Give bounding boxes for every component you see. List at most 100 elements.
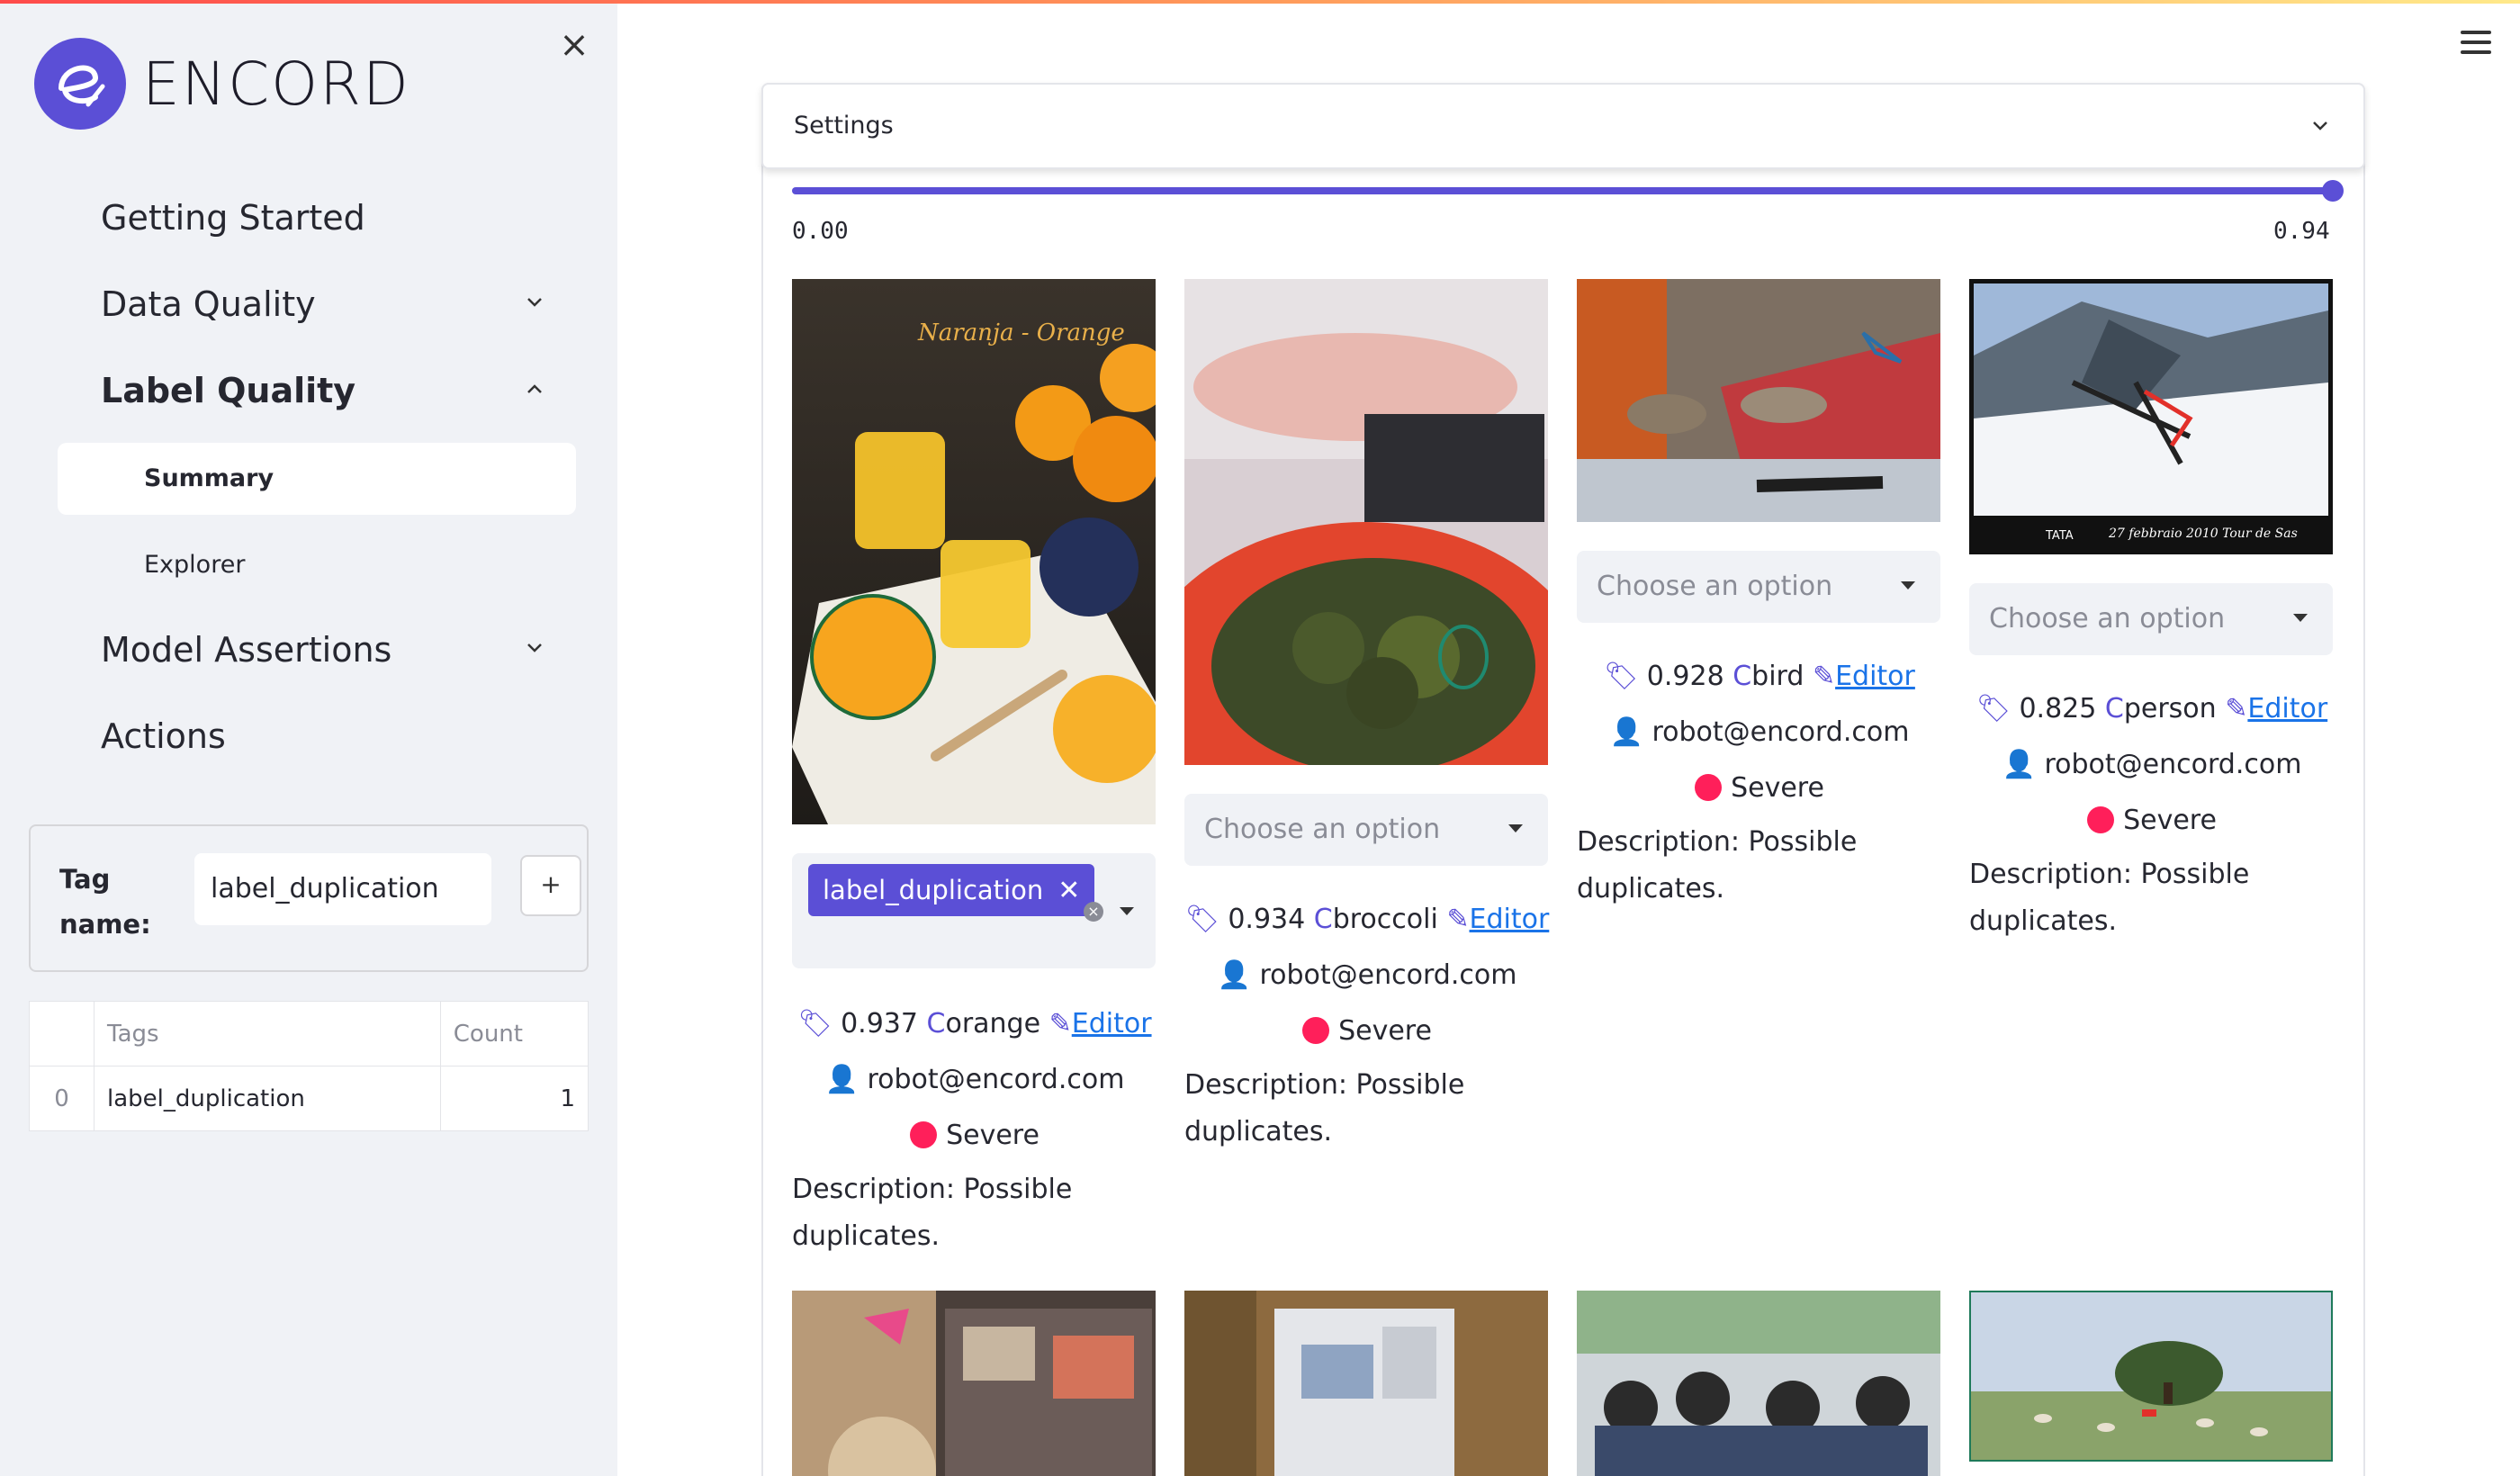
severity-label: Severe: [1731, 772, 1824, 804]
class-icon: C: [1732, 661, 1752, 692]
sidebar-item-model-assertions[interactable]: Model Assertions: [101, 630, 392, 670]
select-placeholder: Choose an option: [1989, 603, 2226, 634]
class-label: bird: [1751, 661, 1804, 692]
add-tag-button[interactable]: +: [520, 855, 581, 916]
score-value: 0.934: [1228, 904, 1306, 935]
severity-dot-icon: [910, 1121, 938, 1148]
table-header-index: [29, 1001, 94, 1066]
user-icon: 👤: [1609, 716, 1643, 748]
editor-link[interactable]: Editor: [1072, 1008, 1152, 1040]
sidebar-item-getting-started[interactable]: Getting Started: [101, 198, 365, 238]
chevron-down-icon[interactable]: [522, 635, 547, 661]
tag-name-label: Tag name:: [59, 864, 151, 940]
card-meta-row: 🏷 0.928 Cbird ✎Editor: [1577, 661, 1942, 692]
brand-logo: ENCORD: [34, 38, 410, 130]
tag-select[interactable]: Choose an option: [1184, 794, 1548, 866]
encord-logo-icon: [34, 38, 126, 130]
card-user-row: 👤 robot@encord.com: [1969, 749, 2335, 780]
tags-table: Tags Count 0 label_duplication 1: [29, 1001, 590, 1131]
chevron-down-icon[interactable]: [1508, 824, 1523, 832]
card-description: Description: Possible duplicates.: [1184, 1069, 1465, 1148]
severity-label: Severe: [2123, 805, 2217, 836]
tag-form: Tag name: label_duplication +: [29, 824, 589, 972]
tag-select[interactable]: Choose an option: [1969, 583, 2333, 655]
chevron-down-icon: [2313, 122, 2327, 130]
card-meta-row: 🏷 0.825 Cperson ✎Editor: [1969, 693, 2335, 724]
user-email: robot@encord.com: [1259, 959, 1517, 991]
card-severity-row: Severe: [1577, 772, 1942, 804]
slider-handle[interactable]: [2322, 180, 2344, 202]
result-image[interactable]: [1577, 279, 1940, 522]
sidebar-item-actions[interactable]: Actions: [101, 716, 226, 756]
tag-select[interactable]: label_duplication ✕ ×: [792, 853, 1156, 968]
score-value: 0.825: [2019, 693, 2097, 724]
user-email: robot@encord.com: [867, 1064, 1125, 1095]
remove-chip-icon[interactable]: ✕: [1058, 875, 1080, 906]
settings-expander[interactable]: Settings: [761, 83, 2365, 169]
class-label: person: [2123, 693, 2217, 724]
chevron-down-icon[interactable]: [1901, 581, 1915, 590]
pencil-icon: ✎: [1048, 1008, 1072, 1040]
chevron-down-icon[interactable]: [522, 290, 547, 315]
sidebar-item-label-quality[interactable]: Label Quality: [101, 371, 356, 410]
tag-select[interactable]: Choose an option: [1577, 551, 1940, 623]
severity-dot-icon: [1302, 1017, 1330, 1044]
table-header-count: Count: [439, 1001, 590, 1066]
card-description: Description: Possible duplicates.: [1577, 826, 1858, 904]
result-image[interactable]: [792, 1291, 1156, 1476]
card-description: Description: Possible duplicates.: [1969, 859, 2250, 937]
result-image[interactable]: [1184, 279, 1548, 765]
score-value: 0.937: [841, 1008, 918, 1040]
card-severity-row: Severe: [792, 1120, 1157, 1151]
result-image[interactable]: 27 febbraio 2010 Tour de Sas TATA: [1969, 279, 2333, 554]
close-sidebar-icon[interactable]: ×: [558, 27, 590, 63]
table-cell-index: 0: [29, 1066, 94, 1131]
sidebar-subitem-active-bg: [58, 443, 576, 515]
score-range-slider[interactable]: [792, 187, 2333, 194]
tag-name-input[interactable]: label_duplication: [194, 853, 491, 925]
image-caption-text: 27 febbraio 2010 Tour de Sas: [2108, 526, 2298, 541]
slider-max-label: 0.94: [2273, 218, 2330, 245]
card-meta-row: 🏷 0.934 Cbroccoli ✎Editor: [1184, 904, 1550, 935]
editor-link[interactable]: Editor: [1470, 904, 1550, 935]
card-meta-row: 🏷 0.937 Corange ✎Editor: [792, 1008, 1157, 1040]
chevron-up-icon[interactable]: [522, 376, 547, 401]
result-image[interactable]: [1184, 1291, 1548, 1476]
tag-icon: 🏷: [797, 1008, 832, 1040]
table-header-tags: Tags: [94, 1001, 441, 1066]
clear-selection-icon[interactable]: ×: [1084, 902, 1103, 922]
result-image[interactable]: [1577, 1291, 1940, 1476]
table-cell-tag: label_duplication: [94, 1066, 441, 1131]
editor-link[interactable]: Editor: [2247, 693, 2327, 724]
top-accent-line: [0, 0, 2520, 4]
class-icon: C: [926, 1008, 946, 1040]
sidebar-item-data-quality[interactable]: Data Quality: [101, 284, 316, 324]
image-logo-text: TATA: [2045, 529, 2074, 543]
slider-min-label: 0.00: [792, 218, 849, 245]
result-image[interactable]: Naranja - Orange: [792, 279, 1156, 824]
card-user-row: 👤 robot@encord.com: [1184, 959, 1550, 991]
result-image[interactable]: [1969, 1291, 2333, 1462]
select-placeholder: Choose an option: [1204, 814, 1441, 845]
tag-icon: 🏷: [1184, 904, 1220, 935]
editor-link[interactable]: Editor: [1835, 661, 1915, 692]
pencil-icon: ✎: [2225, 693, 2248, 724]
sidebar-subitem-explorer[interactable]: Explorer: [144, 551, 245, 579]
card-user-row: 👤 robot@encord.com: [792, 1064, 1157, 1095]
main-menu-icon[interactable]: [2461, 31, 2491, 56]
card-description: Description: Possible duplicates.: [792, 1174, 1073, 1252]
tag-icon: 🏷: [1604, 661, 1639, 692]
class-icon: C: [1313, 904, 1333, 935]
user-email: robot@encord.com: [2044, 749, 2302, 780]
table-cell-count: 1: [439, 1066, 590, 1131]
table-row: 0 label_duplication 1: [29, 1066, 590, 1131]
user-icon: 👤: [824, 1064, 859, 1095]
chevron-down-icon[interactable]: [2293, 614, 2308, 622]
selected-tag-chip[interactable]: label_duplication ✕: [808, 864, 1095, 916]
chevron-down-icon[interactable]: [1120, 907, 1134, 915]
sidebar-subitem-summary[interactable]: Summary: [144, 464, 274, 492]
image-title-text: Naranja - Orange: [917, 320, 1125, 346]
card-severity-row: Severe: [1184, 1015, 1550, 1047]
class-label: broccoli: [1332, 904, 1438, 935]
user-icon: 👤: [1217, 959, 1251, 991]
